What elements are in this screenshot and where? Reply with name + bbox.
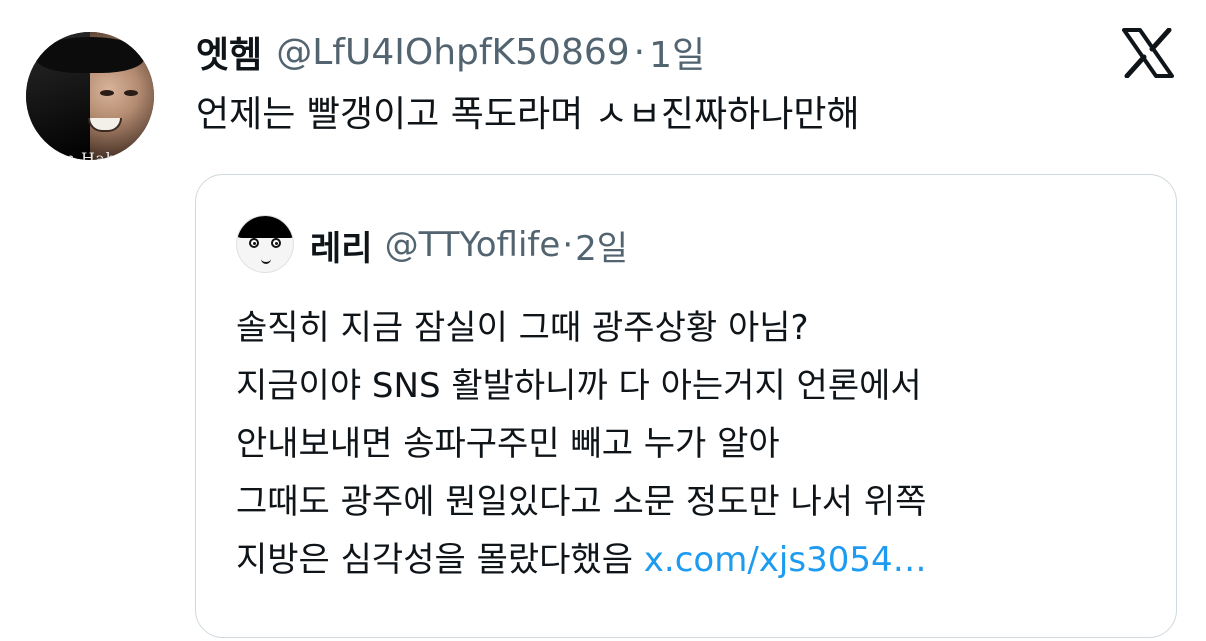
quote-avatar-hair <box>237 216 293 238</box>
quote-avatar-mouth <box>261 256 271 264</box>
quote-display-name[interactable]: 레리 <box>310 221 373 270</box>
separator-dot: · <box>633 31 646 73</box>
avatar-hair <box>36 37 144 73</box>
avatar-eye <box>100 90 114 96</box>
quote-text-line: 그때도 광주에 뭔일있다고 소문 정도만 나서 위쪽 <box>236 482 927 522</box>
quote-header: 레리 @TTYoflife · 2일 <box>310 221 628 269</box>
tweet-card: I'm Haha 엣헴 @LfU4IOhpfK50869 · 1일 언제는 빨갱… <box>0 0 1206 641</box>
quote-text-line: 솔직히 지금 잠실이 그때 광주상황 아님? <box>236 308 809 348</box>
quote-link[interactable]: x.com/xjs3054… <box>644 540 927 580</box>
display-name[interactable]: 엣헴 <box>196 26 262 78</box>
avatar[interactable]: I'm Haha <box>26 32 154 160</box>
quote-avatar-eye <box>271 238 281 248</box>
quoted-tweet[interactable]: 레리 @TTYoflife · 2일 솔직히 지금 잠실이 그때 광주상황 아님… <box>195 174 1177 638</box>
quote-text-line-last: 지방은 심각성을 몰랐다했음 x.com/xjs3054… <box>236 531 1156 589</box>
tweet-header: 엣헴 @LfU4IOhpfK50869 · 1일 <box>196 26 705 78</box>
quote-timestamp[interactable]: 2일 <box>575 221 628 270</box>
user-handle[interactable]: @LfU4IOhpfK50869 <box>276 32 629 73</box>
quote-text: 솔직히 지금 잠실이 그때 광주상황 아님? 지금이야 SNS 활발하니까 다 … <box>236 299 1156 589</box>
quote-text-line: 지금이야 SNS 활발하니까 다 아는거지 언론에서 <box>236 366 922 406</box>
quote-separator-dot: · <box>562 225 574 265</box>
quote-avatar[interactable] <box>236 215 294 273</box>
quote-text-line: 안내보내면 송파구주민 빼고 누가 알아 <box>236 424 780 464</box>
avatar-eye <box>124 90 138 96</box>
quote-text-line-content: 지방은 심각성을 몰랐다했음 <box>236 540 644 580</box>
avatar-caption: I'm Haha <box>48 149 127 160</box>
quote-avatar-eye <box>249 238 259 248</box>
quote-user-handle[interactable]: @TTYoflife <box>385 225 561 265</box>
timestamp[interactable]: 1일 <box>649 26 705 78</box>
tweet-text: 언제는 빨갱이고 폭도라며 ㅅㅂ진짜하나만해 <box>196 94 860 135</box>
x-logo-icon[interactable] <box>1122 28 1174 78</box>
